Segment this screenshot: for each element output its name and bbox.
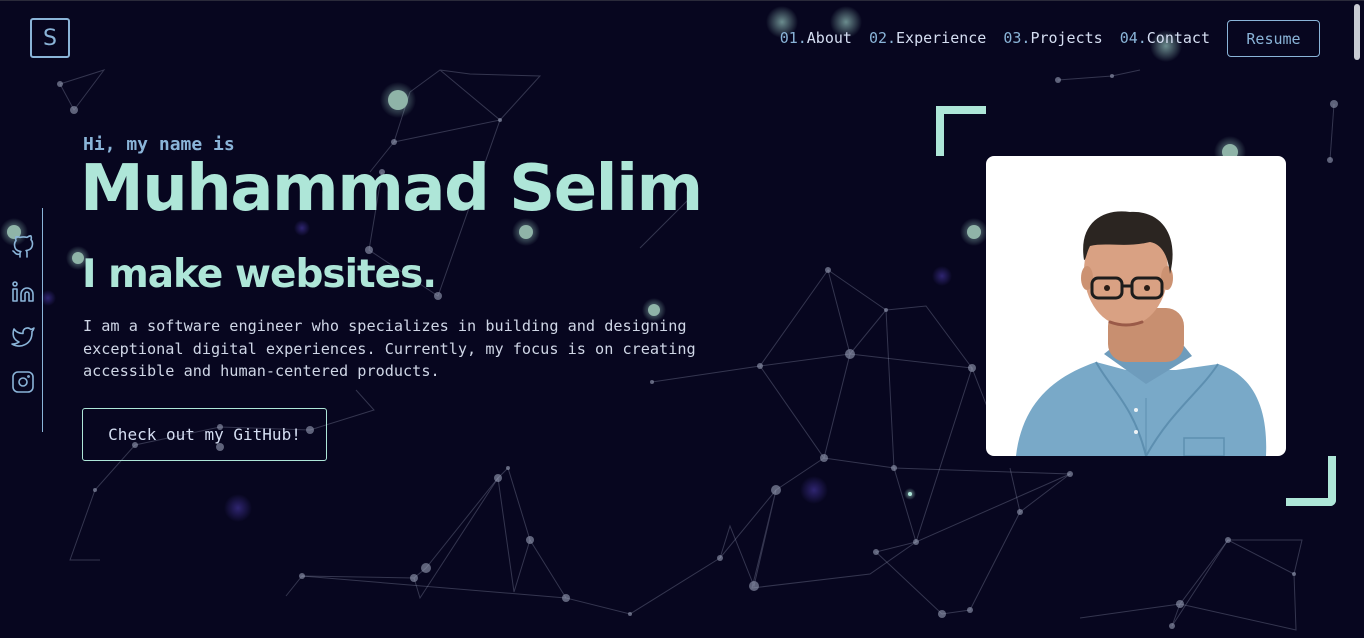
nav-label: Projects: [1030, 29, 1103, 47]
hero-name: Muhammad Selim: [80, 152, 703, 226]
nav-number: 03.: [1003, 29, 1031, 47]
hero-tagline: I make websites.: [82, 252, 437, 297]
social-links: [8, 234, 38, 394]
nav-item-contact[interactable]: 04.Contact: [1120, 29, 1210, 47]
github-cta-button[interactable]: Check out my GitHub!: [82, 408, 327, 461]
logo-letter: S: [43, 25, 57, 51]
top-border: [0, 0, 1364, 1]
nav-item-projects[interactable]: 03.Projects: [1003, 29, 1102, 47]
linkedin-icon[interactable]: [8, 279, 38, 304]
twitter-icon[interactable]: [8, 324, 38, 349]
nav-number: 01.: [779, 29, 807, 47]
scrollbar-thumb[interactable]: [1354, 4, 1360, 60]
nav-item-about[interactable]: 01.About: [780, 29, 852, 47]
logo[interactable]: S: [30, 18, 70, 58]
nav-number: 02.: [868, 29, 897, 47]
instagram-icon[interactable]: [8, 369, 38, 394]
photo-frame-corner-bottom-right: [1286, 456, 1336, 506]
photo-frame-corner-top-left: [936, 106, 986, 156]
profile-photo: [986, 156, 1286, 456]
nav-label: About: [806, 29, 852, 47]
main-nav: 01.About 02.Experience 03.Projects 04.Co…: [780, 29, 1210, 47]
social-divider-line: [42, 208, 43, 432]
nav-label: Contact: [1146, 29, 1210, 47]
nav-label: Experience: [896, 29, 987, 47]
github-icon[interactable]: [8, 234, 38, 259]
nav-item-experience[interactable]: 02.Experience: [869, 29, 986, 47]
resume-button[interactable]: Resume: [1227, 20, 1320, 57]
hero-description: I am a software engineer who specializes…: [83, 317, 696, 380]
nav-number: 04.: [1119, 29, 1147, 47]
